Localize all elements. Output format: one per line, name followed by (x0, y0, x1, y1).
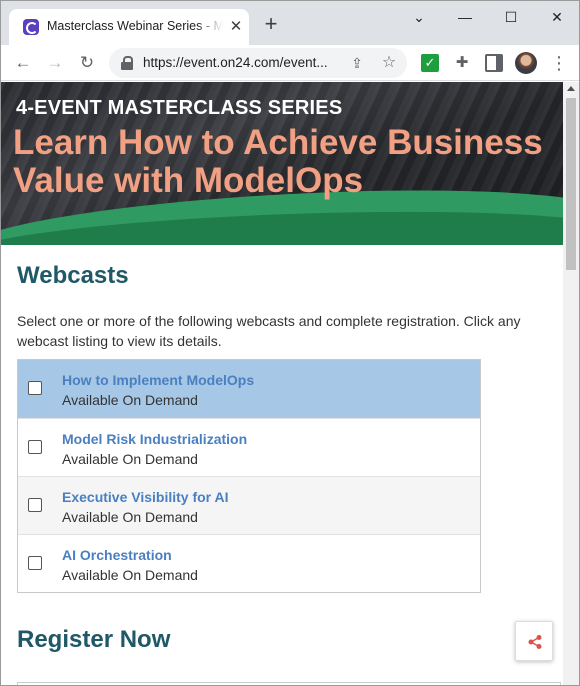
reload-icon[interactable]: ↻ (75, 51, 99, 75)
webcast-checkbox[interactable] (28, 440, 42, 454)
star-icon[interactable]: ☆ (379, 53, 399, 73)
browser-window: Masterclass Webinar Series - ModelOps ✕ … (0, 0, 580, 686)
register-heading: Register Now (17, 626, 171, 653)
browser-tab[interactable]: Masterclass Webinar Series - ModelOps ✕ (9, 9, 249, 45)
webcast-row[interactable]: How to Implement ModelOps Available On D… (18, 360, 480, 418)
webcasts-heading: Webcasts (17, 262, 129, 289)
page-scrollbar[interactable] (563, 82, 579, 685)
share-button[interactable] (515, 621, 553, 661)
address-bar[interactable]: https://event.on24.com/event... ⇪ ☆ (109, 48, 407, 78)
extension-check-icon[interactable]: ✓ (421, 54, 439, 72)
webcast-title[interactable]: Executive Visibility for AI (62, 489, 229, 505)
hero-banner: 4-EVENT MASTERCLASS SERIES Learn How to … (1, 82, 563, 245)
tab-close-icon[interactable]: ✕ (227, 18, 245, 36)
webcast-list: How to Implement ModelOps Available On D… (17, 359, 481, 593)
webcast-checkbox[interactable] (28, 498, 42, 512)
webcast-checkbox[interactable] (28, 556, 42, 570)
scrollbar-thumb[interactable] (566, 98, 576, 270)
webcast-title[interactable]: AI Orchestration (62, 547, 172, 563)
back-icon[interactable]: ← (11, 51, 35, 75)
webcast-status: Available On Demand (62, 509, 198, 525)
webcast-title[interactable]: How to Implement ModelOps (62, 372, 254, 388)
forward-icon[interactable]: → (43, 51, 67, 75)
scroll-up-arrow-icon[interactable] (567, 86, 575, 91)
share-icon[interactable]: ⇪ (347, 53, 367, 73)
banner-eyebrow: 4-EVENT MASTERCLASS SERIES (16, 97, 343, 119)
webcast-row[interactable]: Executive Visibility for AI Available On… (18, 476, 480, 534)
on24-favicon-icon (23, 19, 39, 35)
tab-title: Masterclass Webinar Series - ModelOps (47, 19, 223, 33)
side-panel-icon[interactable] (485, 54, 503, 72)
share-nodes-icon (528, 635, 542, 649)
webcast-checkbox[interactable] (28, 381, 42, 395)
close-window-button[interactable]: ✕ (537, 5, 577, 29)
webcast-status: Available On Demand (62, 451, 198, 467)
webcast-row[interactable]: Model Risk Industrialization Available O… (18, 418, 480, 476)
tab-search-icon[interactable]: ⌄ (399, 5, 439, 29)
banner-title: Learn How to Achieve Business Value with… (13, 123, 543, 200)
puzzle-icon[interactable]: ✚ (453, 54, 471, 72)
webcast-title[interactable]: Model Risk Industrialization (62, 431, 247, 447)
lock-icon[interactable] (121, 56, 133, 70)
registration-form-edge (17, 682, 561, 685)
webcast-row[interactable]: AI Orchestration Available On Demand (18, 534, 480, 592)
browser-toolbar: ← → ↻ https://event.on24.com/event... ⇪ … (1, 45, 579, 81)
webcast-status: Available On Demand (62, 567, 198, 583)
new-tab-button[interactable]: + (259, 13, 283, 37)
tab-strip: Masterclass Webinar Series - ModelOps ✕ … (1, 1, 579, 45)
menu-icon[interactable]: ⋮ (549, 51, 569, 75)
url-text[interactable]: https://event.on24.com/event... (143, 55, 328, 70)
page-viewport: 4-EVENT MASTERCLASS SERIES Learn How to … (1, 82, 563, 685)
maximize-button[interactable]: ☐ (491, 5, 531, 29)
webcast-status: Available On Demand (62, 392, 198, 408)
minimize-button[interactable]: — (445, 5, 485, 29)
avatar[interactable] (515, 52, 537, 74)
webcasts-intro: Select one or more of the following webc… (17, 313, 521, 349)
